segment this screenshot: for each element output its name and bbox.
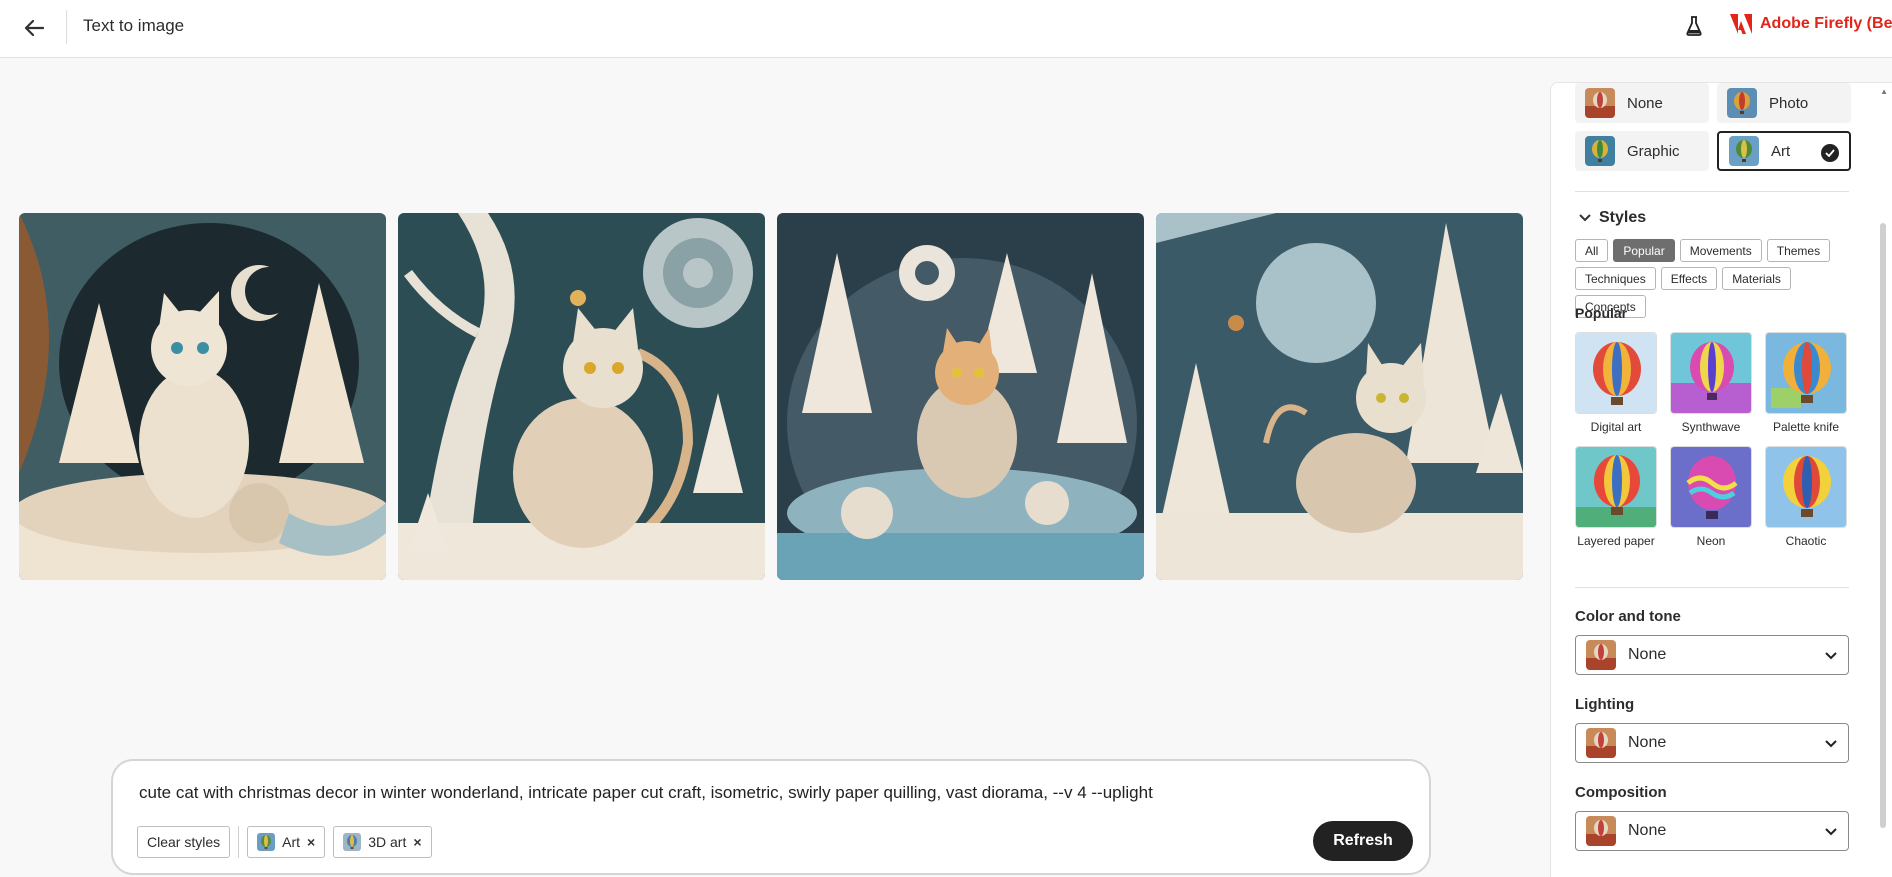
balloon-thumb-icon [1729, 136, 1759, 166]
balloon-thumb-icon [1585, 88, 1615, 118]
content-type-photo[interactable]: Photo [1717, 83, 1851, 123]
back-button[interactable] [20, 14, 48, 42]
style-thumbnail [1670, 446, 1752, 528]
color-tone-dropdown[interactable]: None [1575, 635, 1849, 675]
styles-section-toggle[interactable]: Styles [1579, 209, 1646, 227]
refresh-button[interactable]: Refresh [1313, 821, 1413, 861]
tab-themes[interactable]: Themes [1766, 239, 1831, 262]
generated-image-3[interactable] [777, 213, 1144, 580]
style-label: Digital art [1590, 420, 1642, 434]
style-neon[interactable]: Neon [1670, 446, 1752, 548]
popular-section-label: Popular [1575, 305, 1628, 321]
balloon-thumb-icon [1586, 640, 1616, 670]
style-label: Palette knife [1772, 420, 1840, 434]
style-chaotic[interactable]: Chaotic [1765, 446, 1847, 548]
clear-styles-button[interactable]: Clear styles [137, 826, 231, 858]
composition-dropdown[interactable]: None [1575, 811, 1849, 851]
content-type-label: Photo [1769, 94, 1809, 112]
dropdown-value: None [1628, 734, 1667, 751]
content-type-art[interactable]: Art [1717, 131, 1851, 171]
panel-scrollbar[interactable] [1880, 223, 1886, 828]
balloon-thumb-icon [1585, 136, 1615, 166]
style-grid: Digital art Synthwave Palette knife Laye… [1575, 332, 1847, 548]
content-type-label: Art [1771, 142, 1791, 160]
content-type-label: None [1627, 94, 1663, 112]
balloon-thumb-icon [1586, 816, 1616, 846]
balloon-thumb-icon [1586, 728, 1616, 758]
chevron-down-icon [1825, 740, 1837, 748]
chip-label: Art [282, 834, 301, 850]
composition-label: Composition [1575, 784, 1667, 801]
content-type-graphic[interactable]: Graphic [1575, 131, 1709, 171]
style-thumbnail [1575, 332, 1657, 414]
style-label: Neon [1696, 534, 1726, 548]
styles-title: Styles [1599, 209, 1647, 226]
arrow-left-icon [24, 19, 44, 37]
beaker-icon[interactable] [1683, 14, 1705, 38]
generated-image-1[interactable] [19, 213, 386, 580]
content-type-grid: None Photo Graphic Art [1575, 83, 1851, 171]
tab-popular[interactable]: Popular [1613, 239, 1675, 262]
balloon-thumb-icon [257, 833, 276, 851]
prompt-input[interactable]: cute cat with christmas decor in winter … [139, 783, 1153, 803]
top-bar: Text to image Adobe Firefly (Beta) [0, 0, 1892, 58]
tab-materials[interactable]: Materials [1722, 267, 1791, 290]
dropdown-value: None [1628, 646, 1667, 663]
chip-divider [238, 826, 240, 858]
content-type-none[interactable]: None [1575, 83, 1709, 123]
brand[interactable]: Adobe Firefly (Beta) [1730, 14, 1892, 34]
chevron-down-icon [1579, 214, 1591, 222]
close-icon[interactable]: × [413, 834, 421, 850]
color-tone-label: Color and tone [1575, 608, 1681, 625]
brand-name: Adobe Firefly (Beta) [1760, 15, 1892, 32]
style-thumbnail [1765, 332, 1847, 414]
dropdown-value: None [1628, 822, 1667, 839]
generated-image-2[interactable] [398, 213, 765, 580]
checkmark-icon [1821, 144, 1839, 162]
divider [1575, 587, 1849, 588]
settings-panel: ▲ None Photo Graphic Art Styles All Popu… [1550, 82, 1892, 877]
lighting-dropdown[interactable]: None [1575, 723, 1849, 763]
image-gallery [19, 213, 1523, 580]
scroll-up-icon[interactable]: ▲ [1880, 87, 1888, 96]
chip-3d-art[interactable]: 3D art × [333, 826, 432, 858]
tab-techniques[interactable]: Techniques [1575, 267, 1656, 290]
prompt-box: cute cat with christmas decor in winter … [111, 759, 1431, 875]
style-synthwave[interactable]: Synthwave [1670, 332, 1752, 434]
adobe-logo-icon [1730, 14, 1752, 34]
style-palette-knife[interactable]: Palette knife [1765, 332, 1847, 434]
balloon-thumb-icon [1727, 88, 1757, 118]
style-thumbnail [1670, 332, 1752, 414]
balloon-thumb-icon [343, 833, 362, 851]
style-label: Chaotic [1785, 534, 1827, 548]
content-type-label: Graphic [1627, 142, 1680, 160]
close-icon[interactable]: × [307, 834, 315, 850]
clear-styles-label: Clear styles [147, 834, 221, 850]
style-digital-art[interactable]: Digital art [1575, 332, 1657, 434]
divider [1575, 191, 1849, 192]
tab-movements[interactable]: Movements [1679, 239, 1762, 262]
style-chips: Clear styles Art × 3D art × [137, 826, 432, 858]
page-title: Text to image [83, 16, 185, 35]
chevron-down-icon [1825, 652, 1837, 660]
generated-image-4[interactable] [1156, 213, 1523, 580]
style-label: Synthwave [1681, 420, 1741, 434]
style-thumbnail [1765, 446, 1847, 528]
lighting-label: Lighting [1575, 696, 1635, 713]
chip-art[interactable]: Art × [247, 826, 326, 858]
style-thumbnail [1575, 446, 1657, 528]
chevron-down-icon [1825, 828, 1837, 836]
style-layered-paper[interactable]: Layered paper [1575, 446, 1657, 548]
style-label: Layered paper [1577, 534, 1655, 548]
topbar-divider [66, 10, 67, 44]
tab-all[interactable]: All [1575, 239, 1609, 262]
tab-effects[interactable]: Effects [1660, 267, 1718, 290]
chip-label: 3D art [368, 834, 407, 850]
